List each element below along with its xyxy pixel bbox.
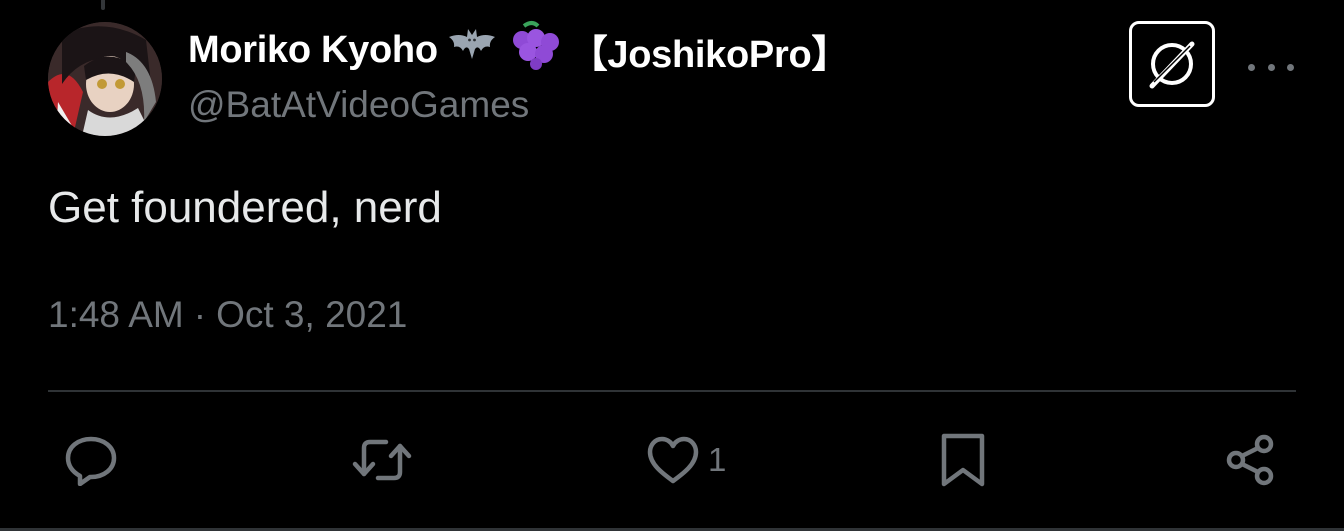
heart-icon — [647, 436, 699, 484]
display-name-suffix: 【JoshikoPro】 — [569, 33, 850, 76]
more-icon-dot — [1287, 63, 1294, 71]
tweet-date: Oct 3, 2021 — [216, 294, 408, 335]
grok-icon — [1149, 41, 1195, 89]
bookmark-icon — [941, 433, 985, 487]
retweet-button[interactable] — [352, 432, 420, 488]
tweet-time: 1:48 AM — [48, 294, 184, 335]
reply-icon — [65, 436, 117, 486]
tweet-timestamp[interactable]: 1:48 AM · Oct 3, 2021 — [48, 294, 407, 336]
like-count: 1 — [708, 441, 727, 478]
more-icon-dot — [1267, 63, 1275, 71]
avatar[interactable] — [48, 22, 162, 136]
author-handle[interactable]: @BatAtVideoGames — [188, 84, 529, 126]
avatar-image — [48, 22, 162, 136]
thread-connector-line — [101, 0, 105, 10]
display-name-text: Moriko Kyoho — [188, 28, 438, 71]
grapes-emoji-icon — [506, 20, 562, 80]
tweet-text: Get foundered, nerd — [48, 183, 442, 232]
author-display-name[interactable]: Moriko Kyoho 【JoshikoPro】 — [188, 21, 849, 76]
timestamp-separator: · — [193, 294, 207, 335]
retweet-icon — [352, 439, 412, 481]
grok-button[interactable] — [1129, 21, 1215, 107]
bookmark-button[interactable] — [940, 432, 994, 488]
more-options-button[interactable] — [1248, 58, 1294, 76]
bat-emoji-icon — [446, 25, 498, 75]
reply-button[interactable] — [64, 432, 126, 488]
divider — [48, 390, 1296, 392]
more-icon-dot — [1248, 63, 1255, 71]
share-button[interactable] — [1224, 432, 1286, 488]
share-icon — [1226, 434, 1274, 486]
like-button[interactable]: 1 — [646, 432, 726, 488]
